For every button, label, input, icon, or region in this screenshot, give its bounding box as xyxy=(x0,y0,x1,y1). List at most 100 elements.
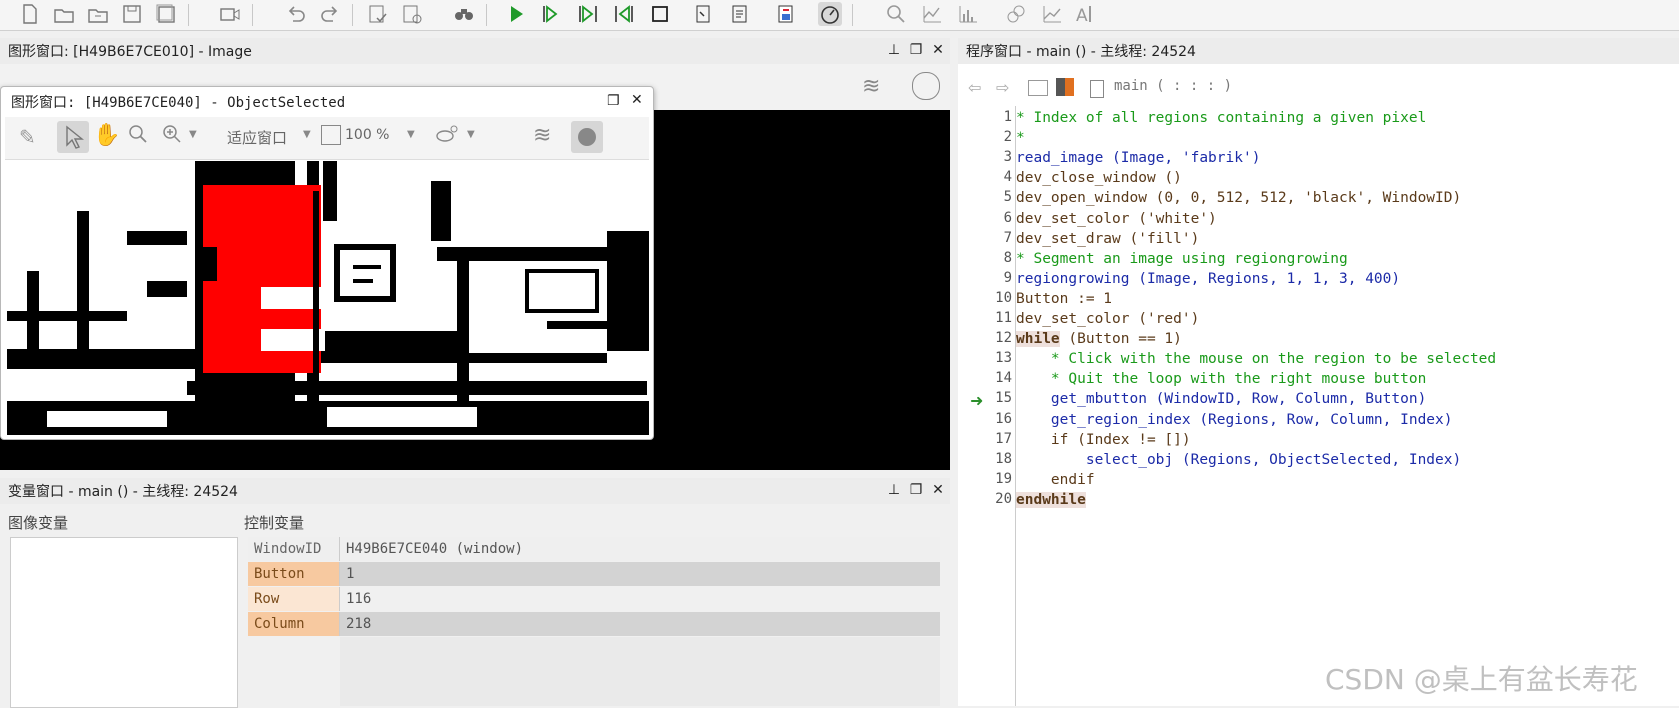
layers-icon[interactable]: ≋ xyxy=(862,74,880,99)
ocr-icon[interactable]: A xyxy=(1074,2,1098,26)
draw-shape-icon[interactable] xyxy=(435,123,461,149)
forward-arrow-icon[interactable]: ⇨ xyxy=(996,78,1009,97)
chevron-down-icon[interactable]: ▼ xyxy=(467,129,475,140)
camera-icon[interactable] xyxy=(218,2,242,26)
code-line[interactable]: select_obj (Regions, ObjectSelected, Ind… xyxy=(1016,450,1461,470)
stop-icon[interactable] xyxy=(648,2,672,26)
zoom-level-select[interactable]: 100 % xyxy=(345,127,389,143)
chevron-down-icon[interactable]: ▼ xyxy=(189,129,197,140)
zoom-box-icon[interactable] xyxy=(321,125,341,145)
var-value: 1 xyxy=(346,566,355,582)
reset-program-icon[interactable] xyxy=(692,2,716,26)
float-window-icon[interactable]: ❐ xyxy=(908,482,924,498)
program-window-header: 程序窗口 - main () - 主线程: 24524 xyxy=(958,38,1679,64)
code-line[interactable]: get_region_index (Regions, Row, Column, … xyxy=(1016,410,1453,430)
save-all-icon[interactable] xyxy=(154,2,178,26)
profiler-icon[interactable] xyxy=(818,2,842,26)
image-window-header: 图形窗口: [H49B6E7CE010] - Image ⊥ ❐ ✕ xyxy=(0,38,950,64)
image-vars-list[interactable] xyxy=(10,537,238,708)
chevron-down-icon[interactable]: ▼ xyxy=(407,129,415,140)
run-icon[interactable] xyxy=(504,2,528,26)
open-folder-icon[interactable] xyxy=(52,2,76,26)
lightbulb-icon[interactable] xyxy=(571,121,603,153)
table-row[interactable]: Column 218 xyxy=(248,612,940,636)
brush-icon[interactable]: ✎ xyxy=(19,125,36,149)
lightbulb-icon[interactable] xyxy=(912,72,940,100)
magnifier-icon[interactable] xyxy=(127,123,149,149)
fit-window-dropdown[interactable]: 适应窗口 xyxy=(227,127,287,148)
open-example-icon[interactable] xyxy=(86,2,110,26)
table-row[interactable]: WindowID H49B6E7CE040 (window) xyxy=(248,537,940,561)
restore-icon[interactable]: ❐ xyxy=(607,93,620,109)
pin-icon[interactable]: ⊥ xyxy=(886,482,902,498)
code-line[interactable]: Button := 1 xyxy=(1016,289,1112,309)
chevron-down-icon[interactable]: ▼ xyxy=(303,129,311,140)
var-value: 116 xyxy=(346,591,372,607)
code-comment: * Quit the loop with the right mouse but… xyxy=(1016,371,1427,388)
step-over-icon[interactable] xyxy=(540,2,564,26)
save-icon[interactable] xyxy=(120,2,144,26)
line-number: 10 xyxy=(995,289,1012,306)
zoom-in-icon[interactable] xyxy=(161,123,183,149)
close-icon[interactable]: ✕ xyxy=(930,482,946,498)
code-line[interactable]: dev_set_color ('red') xyxy=(1016,309,1199,329)
float-window-icon[interactable]: ❐ xyxy=(908,42,924,58)
step-into-icon[interactable] xyxy=(576,2,600,26)
back-arrow-icon[interactable]: ⇦ xyxy=(968,78,981,97)
line-number: 16 xyxy=(995,410,1012,427)
object-selected-window: 图形窗口: [H49B6E7CE040] - ObjectSelected ❐ … xyxy=(0,86,654,440)
line-number: 9 xyxy=(1003,269,1012,286)
binoculars-icon[interactable] xyxy=(452,2,476,26)
table-row[interactable]: Button 1 xyxy=(248,562,940,586)
code-line[interactable]: * xyxy=(1016,128,1025,148)
code-line[interactable]: * Quit the loop with the right mouse but… xyxy=(1016,369,1426,389)
pin-icon[interactable]: ⊥ xyxy=(886,42,902,58)
read-program-icon[interactable] xyxy=(728,2,752,26)
procedure-list-icon[interactable] xyxy=(1028,80,1048,96)
pointer-icon[interactable] xyxy=(57,121,89,153)
gray-histogram-icon[interactable] xyxy=(1004,2,1028,26)
code-line[interactable]: dev_set_color ('white') xyxy=(1016,209,1217,229)
code-line[interactable]: regiongrowing (Image, Regions, 1, 1, 3, … xyxy=(1016,269,1400,289)
code-line[interactable]: if (Index != []) xyxy=(1016,430,1191,450)
code-line[interactable]: * Click with the mouse on the region to … xyxy=(1016,349,1496,369)
code-line[interactable]: dev_open_window (0, 0, 512, 512, 'black'… xyxy=(1016,188,1461,208)
histogram-icon[interactable] xyxy=(920,2,944,26)
operator-call: get_region_index (Regions, Row, Column, … xyxy=(1016,411,1453,428)
clear-program-icon[interactable] xyxy=(400,2,424,26)
code-line[interactable]: endif xyxy=(1016,470,1095,490)
code-line[interactable]: dev_set_draw ('fill') xyxy=(1016,229,1199,249)
code-line[interactable]: dev_close_window () xyxy=(1016,168,1182,188)
line-number: 4 xyxy=(1003,169,1012,186)
code-line[interactable]: get_mbutton (WindowID, Row, Column, Butt… xyxy=(1016,389,1426,409)
line-profile-icon[interactable] xyxy=(956,2,980,26)
close-icon[interactable]: ✕ xyxy=(631,92,643,108)
redo-icon[interactable] xyxy=(318,2,342,26)
close-icon[interactable]: ✕ xyxy=(930,42,946,58)
insert-code-icon[interactable] xyxy=(774,2,798,26)
program-window-title: 程序窗口 - main () - 主线程: 24524 xyxy=(966,44,1196,60)
undo-icon[interactable] xyxy=(284,2,308,26)
var-name: Button xyxy=(248,562,340,586)
main-toolbar: A xyxy=(0,0,1679,31)
procedure-grid-icon[interactable] xyxy=(1056,78,1074,96)
check-program-icon[interactable] xyxy=(366,2,390,26)
table-row[interactable]: Row 116 xyxy=(248,587,940,611)
new-file-icon[interactable] xyxy=(18,2,42,26)
code-text: endif xyxy=(1016,471,1095,488)
procedure-select[interactable]: main ( : : : ) xyxy=(1114,78,1232,94)
hand-icon[interactable]: ✋ xyxy=(93,123,120,148)
code-line[interactable]: while (Button == 1) xyxy=(1016,329,1182,349)
image-vars-label: 图像变量 xyxy=(8,514,69,532)
segmentation-canvas[interactable] xyxy=(7,161,649,435)
code-line[interactable]: endwhile xyxy=(1016,490,1086,510)
operator-call: get_mbutton (WindowID, Row, Column, Butt… xyxy=(1016,391,1427,408)
code-line[interactable]: * Index of all regions containing a give… xyxy=(1016,108,1426,128)
code-line[interactable]: * Segment an image using regiongrowing xyxy=(1016,249,1348,269)
layers-icon[interactable]: ≋ xyxy=(533,123,551,148)
code-line[interactable]: read_image (Image, 'fabrik') xyxy=(1016,148,1260,168)
zoom-icon[interactable] xyxy=(884,2,908,26)
feature-histogram-icon[interactable] xyxy=(1040,2,1064,26)
step-out-icon[interactable] xyxy=(612,2,636,26)
table-empty-area xyxy=(340,637,940,706)
